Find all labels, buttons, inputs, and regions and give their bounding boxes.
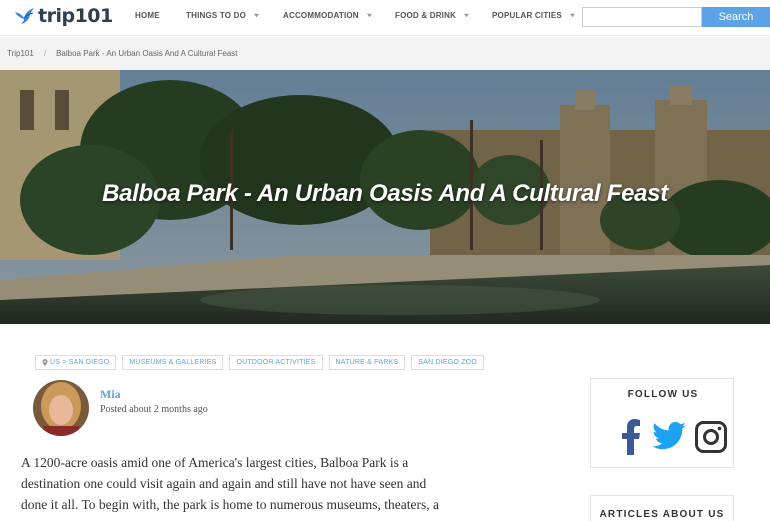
- nav-food-drink-label: FOOD & DRINK: [395, 11, 457, 20]
- hero-banner: Balboa Park - An Urban Oasis And A Cultu…: [0, 70, 770, 324]
- page-title: Balboa Park - An Urban Oasis And A Cultu…: [102, 180, 668, 207]
- chevron-down-icon: [569, 13, 576, 18]
- site-logo[interactable]: trip101: [14, 5, 113, 27]
- twitter-icon[interactable]: [652, 422, 686, 450]
- tag-label: SAN DIEGO ZOO: [418, 359, 477, 366]
- location-pin-icon: [42, 359, 48, 366]
- tag-label: OUTDOOR ACTIVITIES: [236, 359, 316, 366]
- author-avatar[interactable]: [33, 380, 89, 436]
- article-line: done it all. To begin with, the park is …: [21, 497, 439, 512]
- tag-list: US > SAN DIEGO MUSEUMS & GALLERIES OUTDO…: [35, 355, 484, 370]
- breadcrumb-separator: /: [43, 49, 47, 58]
- search-button[interactable]: Search: [702, 7, 770, 27]
- chevron-down-icon: [463, 13, 470, 18]
- tag-label: NATURE & PARKS: [335, 359, 399, 366]
- nav-home-label: HOME: [135, 11, 160, 20]
- facebook-icon[interactable]: [621, 419, 641, 455]
- nav-things-to-do[interactable]: THINGS TO DO: [186, 11, 260, 20]
- tag-nature-parks[interactable]: NATURE & PARKS: [328, 355, 406, 370]
- author-name[interactable]: Mia: [100, 387, 121, 402]
- logo-text: trip101: [38, 5, 113, 27]
- bird-logo-icon: [15, 8, 34, 24]
- tag-san-diego-zoo[interactable]: SAN DIEGO ZOO: [411, 355, 484, 370]
- articles-about-us-title: ARTICLES ABOUT US: [599, 509, 725, 520]
- article-line: destination one could visit again and ag…: [21, 476, 427, 491]
- follow-us-title: FOLLOW US: [627, 389, 699, 400]
- chevron-down-icon: [366, 13, 372, 18]
- nav-home[interactable]: HOME: [135, 11, 160, 20]
- tag-location[interactable]: US > SAN DIEGO: [35, 355, 117, 370]
- nav-food-drink[interactable]: FOOD & DRINK: [395, 11, 470, 20]
- chevron-down-icon: [253, 13, 260, 18]
- tag-outdoor-activities[interactable]: OUTDOOR ACTIVITIES: [229, 355, 323, 370]
- tag-label: MUSEUMS & GALLERIES: [129, 359, 217, 366]
- author-photo: [33, 380, 89, 436]
- nav-things-to-do-label: THINGS TO DO: [186, 11, 247, 20]
- instagram-icon[interactable]: [695, 421, 727, 453]
- nav-accommodation-label: ACCOMMODATION: [283, 11, 359, 20]
- breadcrumb-current: Balboa Park - An Urban Oasis And A Cultu…: [56, 49, 238, 58]
- post-timestamp: Posted about 2 months ago: [100, 404, 208, 415]
- tag-label: US > SAN DIEGO: [50, 359, 110, 366]
- nav-popular-cities[interactable]: POPULAR CITIES: [492, 11, 576, 20]
- tag-museums-galleries[interactable]: MUSEUMS & GALLERIES: [122, 355, 224, 370]
- site-header: trip101 HOME THINGS TO DO ACCOMMODATION …: [0, 0, 770, 36]
- nav-popular-cities-label: POPULAR CITIES: [492, 11, 562, 20]
- article-body: A 1200-acre oasis amid one of America's …: [21, 452, 486, 515]
- article-line: A 1200-acre oasis amid one of America's …: [21, 455, 409, 470]
- breadcrumb-home-link[interactable]: Trip101: [7, 49, 34, 58]
- breadcrumb: Trip101 / Balboa Park - An Urban Oasis A…: [0, 37, 770, 70]
- follow-us-widget: FOLLOW US: [590, 378, 734, 468]
- search-input[interactable]: [582, 7, 702, 27]
- nav-accommodation[interactable]: ACCOMMODATION: [283, 11, 373, 20]
